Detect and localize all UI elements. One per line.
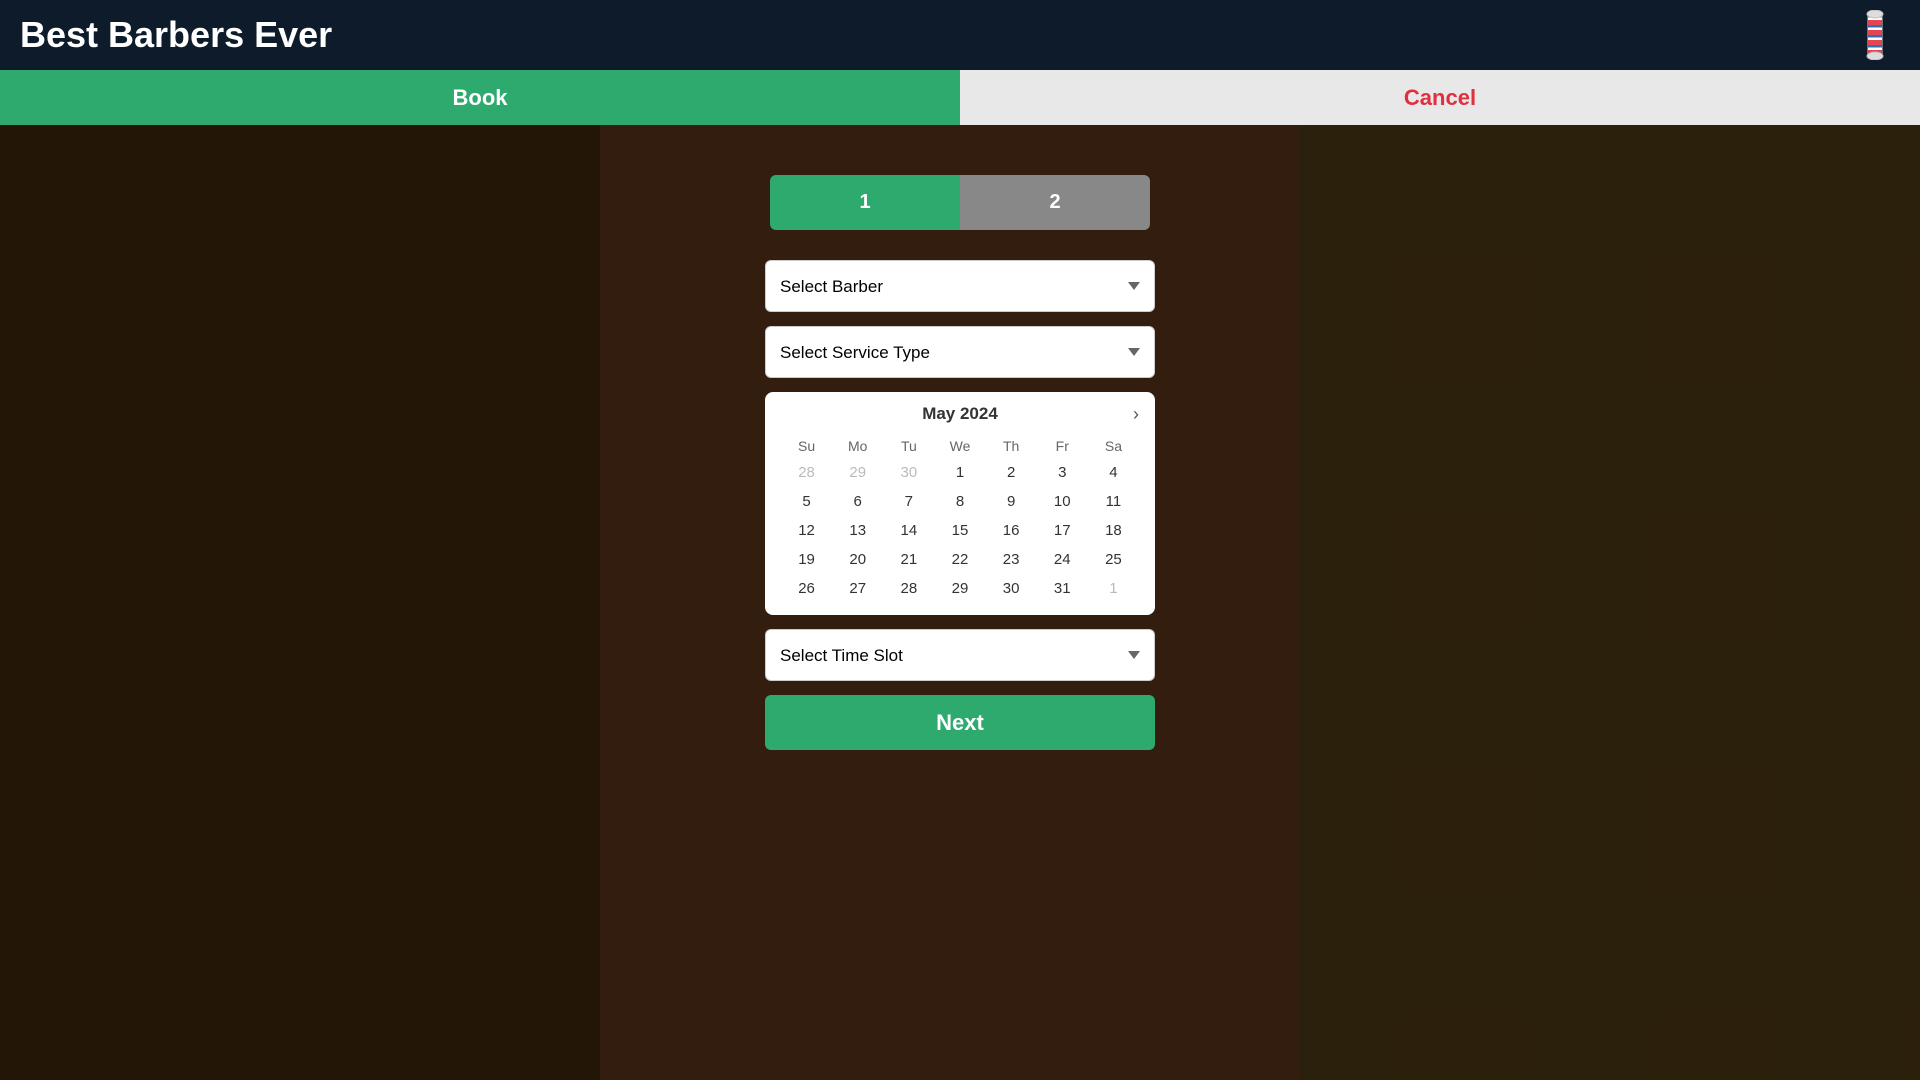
calendar-day[interactable]: 6 — [832, 487, 883, 516]
day-header-sa: Sa — [1088, 434, 1139, 458]
day-header-tu: Tu — [883, 434, 934, 458]
step-2-button[interactable]: 2 — [960, 175, 1150, 230]
calendar-day[interactable]: 31 — [1037, 574, 1088, 603]
day-header-fr: Fr — [1037, 434, 1088, 458]
day-header-mo: Mo — [832, 434, 883, 458]
calendar-day[interactable]: 26 — [781, 574, 832, 603]
calendar-day[interactable]: 28 — [883, 574, 934, 603]
calendar-days-header: Su Mo Tu We Th Fr Sa — [781, 434, 1139, 458]
calendar-day[interactable]: 30 — [986, 574, 1037, 603]
calendar-day: 29 — [832, 458, 883, 487]
calendar-next-button[interactable]: › — [1133, 404, 1139, 425]
next-button[interactable]: Next — [765, 695, 1155, 750]
calendar-day[interactable]: 8 — [934, 487, 985, 516]
header: Best Barbers Ever — [0, 0, 1920, 70]
main-content: 1 2 Select Barber Select Service Type Ma… — [0, 125, 1920, 750]
calendar-day[interactable]: 3 — [1037, 458, 1088, 487]
calendar-day[interactable]: 2 — [986, 458, 1037, 487]
calendar-day[interactable]: 17 — [1037, 516, 1088, 545]
calendar-day: 30 — [883, 458, 934, 487]
calendar-day[interactable]: 22 — [934, 545, 985, 574]
calendar-week-row: 567891011 — [781, 487, 1139, 516]
calendar-day[interactable]: 14 — [883, 516, 934, 545]
calendar-day[interactable]: 24 — [1037, 545, 1088, 574]
calendar-day[interactable]: 13 — [832, 516, 883, 545]
barber-select[interactable]: Select Barber — [765, 260, 1155, 312]
cancel-tab[interactable]: Cancel — [960, 70, 1920, 125]
calendar-day[interactable]: 15 — [934, 516, 985, 545]
calendar-week-row: 12131415161718 — [781, 516, 1139, 545]
calendar-day[interactable]: 11 — [1088, 487, 1139, 516]
day-header-su: Su — [781, 434, 832, 458]
calendar-day[interactable]: 21 — [883, 545, 934, 574]
calendar-day[interactable]: 18 — [1088, 516, 1139, 545]
calendar-day[interactable]: 9 — [986, 487, 1037, 516]
time-slot-select[interactable]: Select Time Slot — [765, 629, 1155, 681]
day-header-we: We — [934, 434, 985, 458]
calendar-day[interactable]: 1 — [934, 458, 985, 487]
day-header-th: Th — [986, 434, 1037, 458]
calendar-title: May 2024 — [922, 404, 998, 424]
booking-form: Select Barber Select Service Type May 20… — [765, 260, 1155, 750]
calendar-day[interactable]: 10 — [1037, 487, 1088, 516]
calendar-day[interactable]: 5 — [781, 487, 832, 516]
calendar-header: May 2024 › — [781, 404, 1139, 424]
app-title: Best Barbers Ever — [20, 14, 332, 56]
calendar-day[interactable]: 23 — [986, 545, 1037, 574]
calendar-day[interactable]: 12 — [781, 516, 832, 545]
calendar-day[interactable]: 20 — [832, 545, 883, 574]
calendar-week-row: 2829301234 — [781, 458, 1139, 487]
barber-pole-icon — [1850, 10, 1900, 60]
calendar-day[interactable]: 4 — [1088, 458, 1139, 487]
calendar: May 2024 › Su Mo Tu We Th Fr Sa 28293 — [765, 392, 1155, 615]
calendar-day[interactable]: 27 — [832, 574, 883, 603]
calendar-day[interactable]: 29 — [934, 574, 985, 603]
calendar-week-row: 2627282930311 — [781, 574, 1139, 603]
step-indicators: 1 2 — [770, 175, 1150, 230]
calendar-day: 28 — [781, 458, 832, 487]
calendar-week-row: 19202122232425 — [781, 545, 1139, 574]
calendar-day[interactable]: 16 — [986, 516, 1037, 545]
service-type-select[interactable]: Select Service Type — [765, 326, 1155, 378]
nav-tabs: Book Cancel — [0, 70, 1920, 125]
calendar-grid: Su Mo Tu We Th Fr Sa 2829301234567891011… — [781, 434, 1139, 603]
calendar-day: 1 — [1088, 574, 1139, 603]
calendar-day[interactable]: 19 — [781, 545, 832, 574]
book-tab[interactable]: Book — [0, 70, 960, 125]
step-1-button[interactable]: 1 — [770, 175, 960, 230]
calendar-day[interactable]: 25 — [1088, 545, 1139, 574]
calendar-day[interactable]: 7 — [883, 487, 934, 516]
